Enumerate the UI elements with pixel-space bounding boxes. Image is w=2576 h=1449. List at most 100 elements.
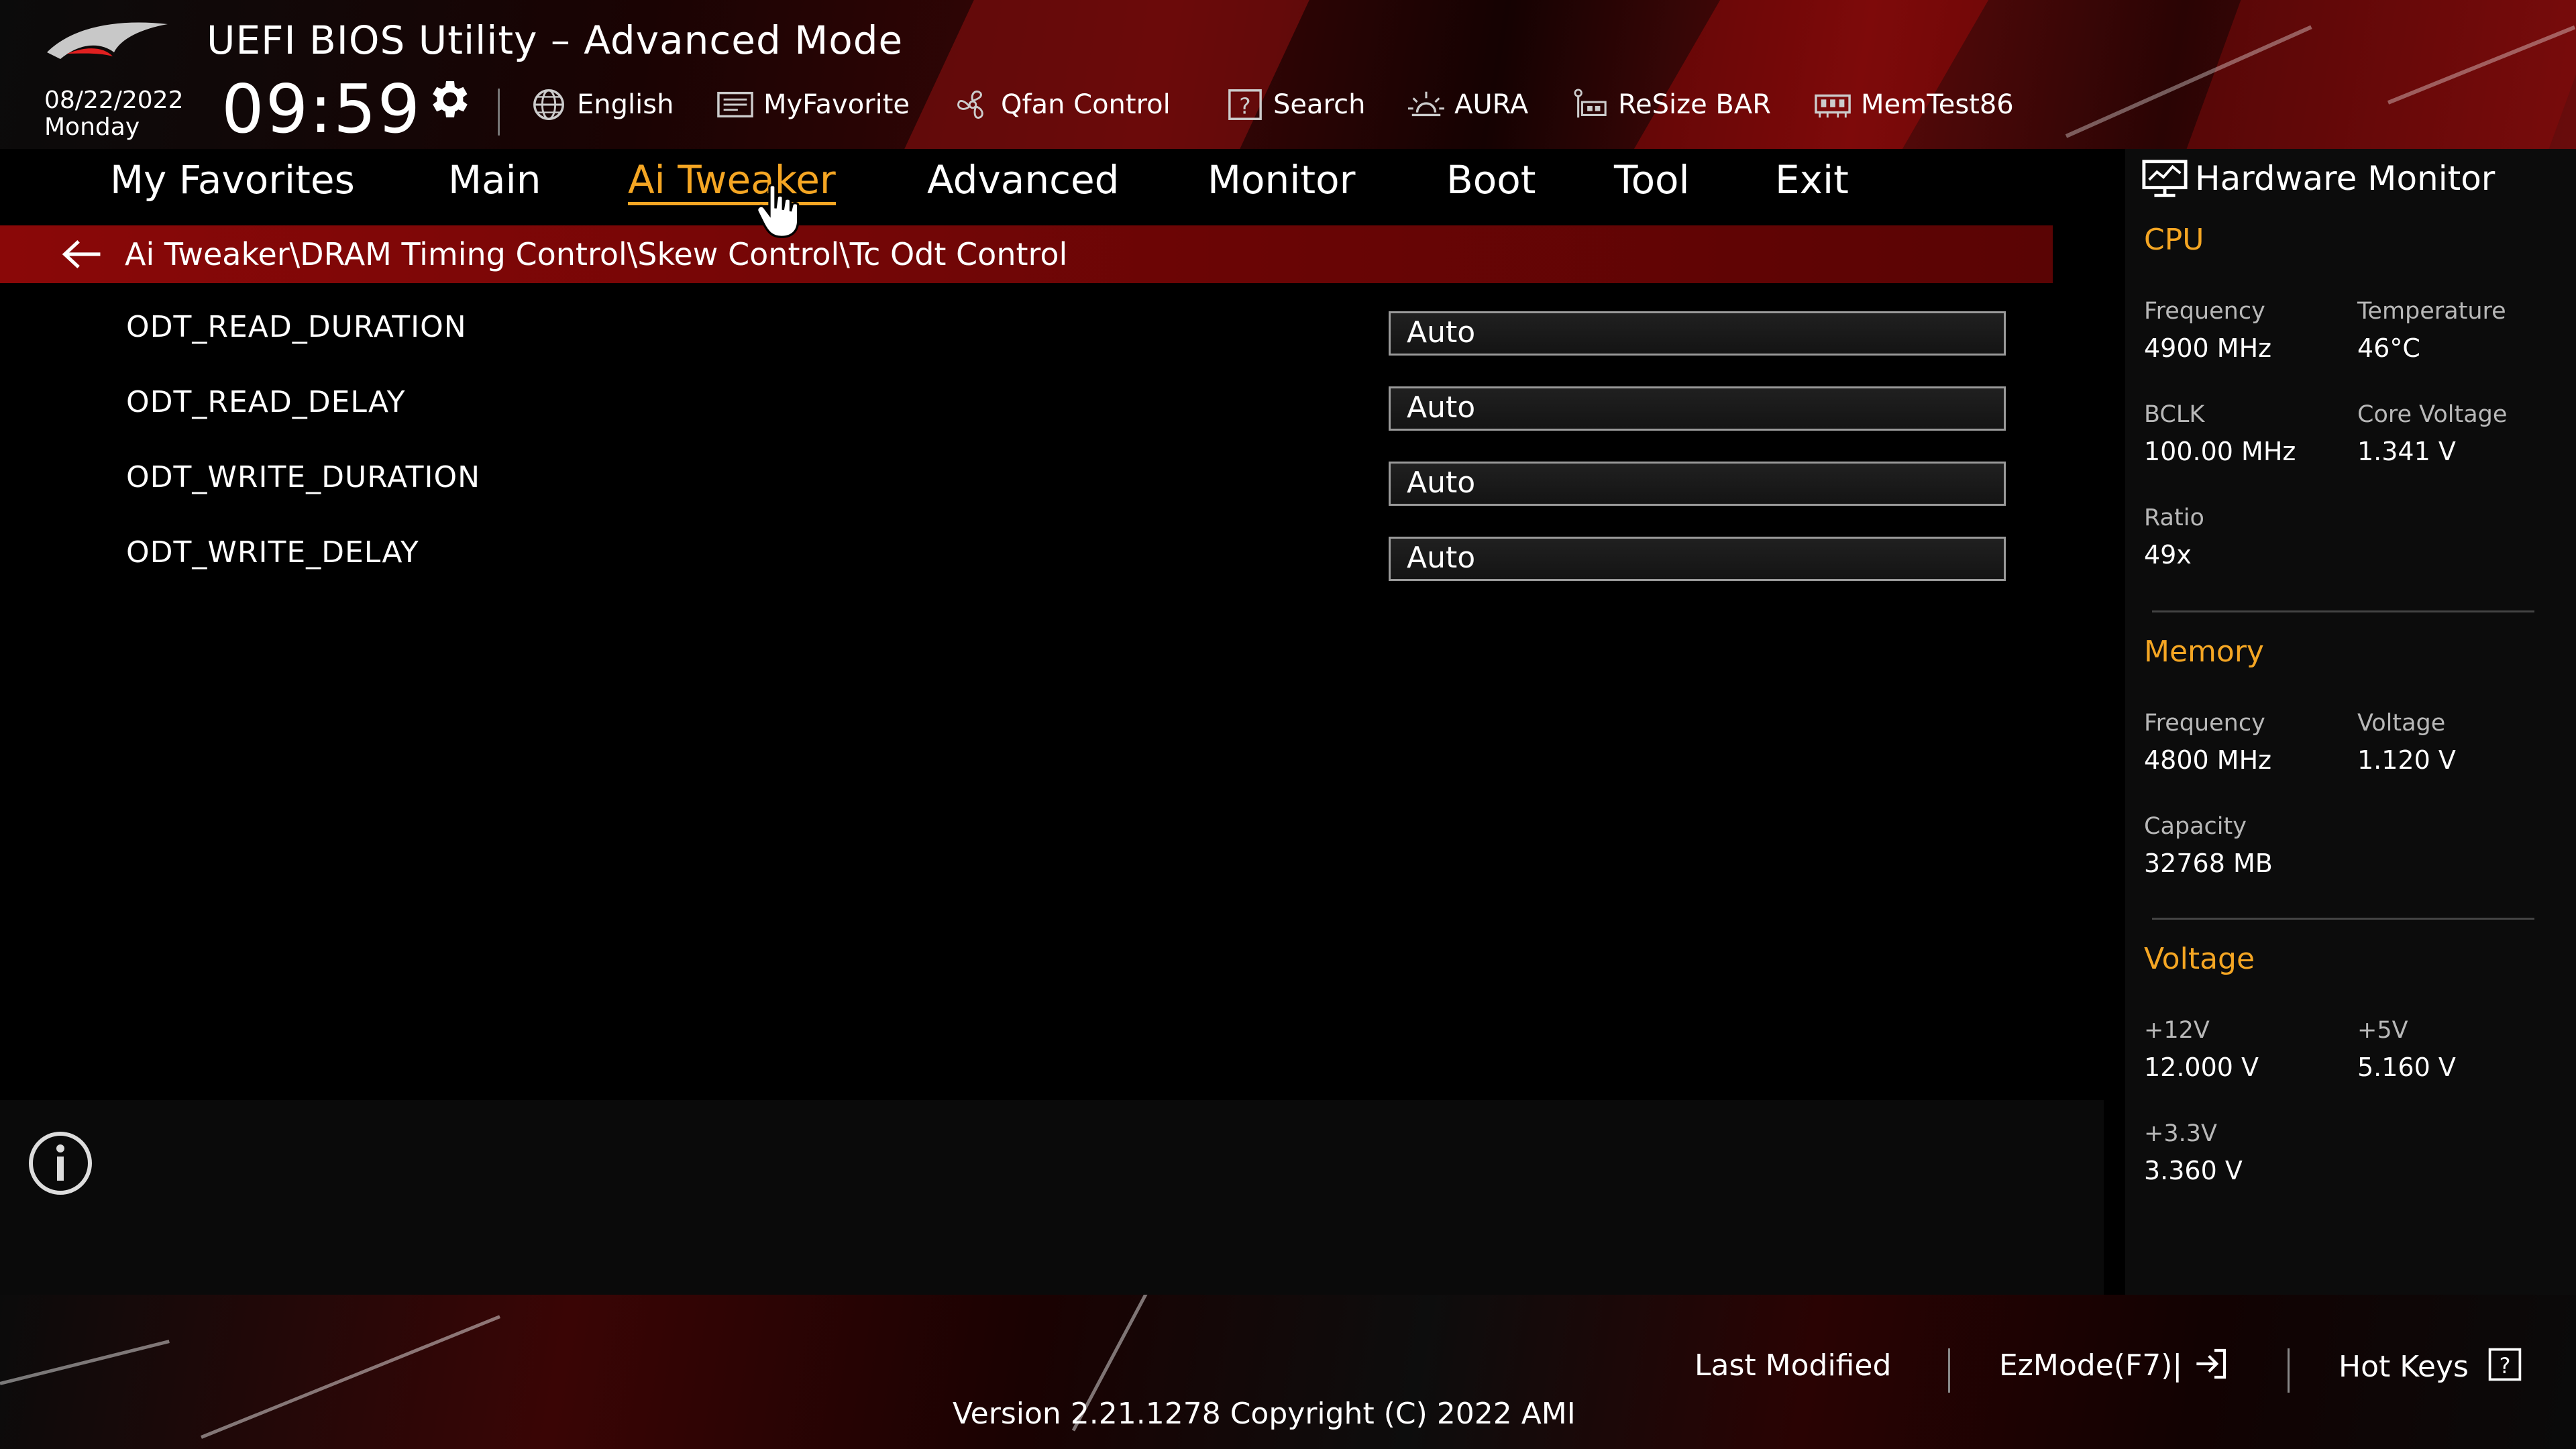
toolbar-resize-bar-label: ReSize BAR <box>1618 89 1772 120</box>
hot-keys-label: Hot Keys <box>2339 1350 2469 1384</box>
memory-voltage-value: 1.120 V <box>2357 745 2456 775</box>
toolbar-aura-label: AURA <box>1454 89 1529 120</box>
ratio-label: Ratio <box>2144 504 2204 531</box>
memory-frequency-value: 4800 MHz <box>2144 745 2272 775</box>
setting-row-odt-write-delay: ODT_WRITE_DELAY Auto <box>0 526 2053 601</box>
toolbar-resize-bar[interactable]: ReSize BAR <box>1568 84 1771 125</box>
toolbar-memtest86[interactable]: MemTest86 <box>1811 84 2014 125</box>
ezmode-label: EzMode(F7)| <box>1999 1348 2183 1383</box>
ezmode-button[interactable]: EzMode(F7)| <box>1999 1346 2231 1386</box>
setting-value-field[interactable]: Auto <box>1389 537 2006 581</box>
header-decoration <box>2186 0 2576 149</box>
cpu-temperature-label: Temperature <box>2357 298 2506 325</box>
footer-separator <box>1948 1348 1950 1393</box>
favorite-icon <box>717 91 753 118</box>
v33-label: +3.3V <box>2144 1120 2217 1147</box>
memory-voltage-label: Voltage <box>2357 710 2446 737</box>
cpu-heading: CPU <box>2144 223 2204 257</box>
settings-panel: Ai Tweaker\DRAM Timing Control\Skew Cont… <box>0 208 2104 1087</box>
memtest-icon <box>1815 94 1851 118</box>
svg-text:?: ? <box>2500 1354 2511 1379</box>
setting-label: ODT_WRITE_DELAY <box>126 535 419 570</box>
help-key-icon: ? <box>2488 1348 2522 1381</box>
footer-streak <box>201 1315 500 1439</box>
bclk-label: BCLK <box>2144 401 2205 428</box>
setting-row-odt-write-duration: ODT_WRITE_DURATION Auto <box>0 451 2053 526</box>
toolbar-qfan-control[interactable]: Qfan Control <box>951 84 1171 125</box>
tab-main[interactable]: Main <box>448 153 541 207</box>
setting-label: ODT_READ_DURATION <box>126 310 467 344</box>
core-voltage-label: Core Voltage <box>2357 401 2508 428</box>
fan-icon <box>957 90 983 119</box>
setting-row-odt-read-delay: ODT_READ_DELAY Auto <box>0 376 2053 451</box>
section-divider <box>2152 610 2534 612</box>
hot-keys-button[interactable]: Hot Keys ? <box>2339 1346 2532 1387</box>
cpu-frequency-value: 4900 MHz <box>2144 333 2272 363</box>
breadcrumb-path: Ai Tweaker\DRAM Timing Control\Skew Cont… <box>125 236 1068 272</box>
setting-label: ODT_READ_DELAY <box>126 385 406 419</box>
voltage-heading: Voltage <box>2144 942 2255 976</box>
tab-exit[interactable]: Exit <box>1775 153 1849 207</box>
core-voltage-value: 1.341 V <box>2357 437 2456 466</box>
cpu-frequency-label: Frequency <box>2144 298 2265 325</box>
v12-label: +12V <box>2144 1017 2210 1044</box>
toolbar-search-label: Search <box>1273 89 1366 120</box>
tab-monitor[interactable]: Monitor <box>1208 153 1355 207</box>
v33-value: 3.360 V <box>2144 1156 2243 1185</box>
rog-logo <box>47 22 168 59</box>
date-display: 08/22/2022 <box>44 87 184 114</box>
monitor-icon <box>2142 160 2188 197</box>
globe-icon <box>533 89 564 120</box>
hand-cursor-icon <box>755 183 800 238</box>
setting-label: ODT_WRITE_DURATION <box>126 460 481 494</box>
header-decoration <box>904 0 1309 149</box>
setting-value-field[interactable]: Auto <box>1389 386 2006 431</box>
toolbar-english-label: English <box>577 89 674 120</box>
search-help-icon: ? <box>1228 89 1262 120</box>
clock-display: 09:59 <box>221 70 422 148</box>
resize-bar-icon <box>1574 89 1607 118</box>
version-text: Version 2.21.1278 Copyright (C) 2022 AMI <box>953 1397 1576 1431</box>
bclk-value: 100.00 MHz <box>2144 437 2296 466</box>
v5-label: +5V <box>2357 1017 2408 1044</box>
toolbar-search[interactable]: ? Search <box>1224 84 1365 125</box>
footer-bar: Last Modified EzMode(F7)| Hot Keys ? Ver… <box>0 1295 2576 1449</box>
hardware-monitor-title: Hardware Monitor <box>2195 159 2496 198</box>
day-display: Monday <box>44 113 140 141</box>
info-panel <box>0 1100 2104 1295</box>
setting-value-field[interactable]: Auto <box>1389 462 2006 506</box>
v12-value: 12.000 V <box>2144 1053 2259 1082</box>
last-modified-button[interactable]: Last Modified <box>1695 1346 1891 1386</box>
memory-frequency-label: Frequency <box>2144 710 2265 737</box>
toolbar-memtest86-label: MemTest86 <box>1861 89 2014 120</box>
setting-value-field[interactable]: Auto <box>1389 311 2006 356</box>
tab-my-favorites[interactable]: My Favorites <box>110 153 355 207</box>
header-decoration <box>1633 0 1989 149</box>
app-title: UEFI BIOS Utility – Advanced Mode <box>207 17 904 63</box>
tab-advanced[interactable]: Advanced <box>927 153 1120 207</box>
exit-arrow-icon <box>2196 1348 2226 1379</box>
toolbar-english[interactable]: English <box>527 84 674 125</box>
section-divider <box>2152 918 2534 920</box>
hardware-monitor-panel: Hardware Monitor CPU Frequency Temperatu… <box>2125 149 2576 1295</box>
toolbar-myfavorite[interactable]: MyFavorite <box>714 84 910 125</box>
info-icon <box>29 1132 92 1195</box>
back-arrow-icon[interactable] <box>60 237 105 271</box>
toolbar-aura[interactable]: AURA <box>1405 84 1528 125</box>
gear-icon[interactable] <box>424 75 472 123</box>
toolbar-qfan-label: Qfan Control <box>1001 89 1171 120</box>
cpu-temperature-value: 46°C <box>2357 333 2420 363</box>
breadcrumb: Ai Tweaker\DRAM Timing Control\Skew Cont… <box>0 225 2053 283</box>
header-separator <box>498 89 500 136</box>
setting-row-odt-read-duration: ODT_READ_DURATION Auto <box>0 301 2053 376</box>
svg-text:?: ? <box>1239 94 1250 119</box>
v5-value: 5.160 V <box>2357 1053 2456 1082</box>
capacity-label: Capacity <box>2144 813 2247 840</box>
aura-icon <box>1408 91 1444 117</box>
tab-tool[interactable]: Tool <box>1614 153 1690 207</box>
capacity-value: 32768 MB <box>2144 849 2273 878</box>
toolbar-myfavorite-label: MyFavorite <box>763 89 910 120</box>
tab-boot[interactable]: Boot <box>1446 153 1536 207</box>
memory-heading: Memory <box>2144 635 2264 669</box>
footer-streak <box>0 1340 170 1385</box>
